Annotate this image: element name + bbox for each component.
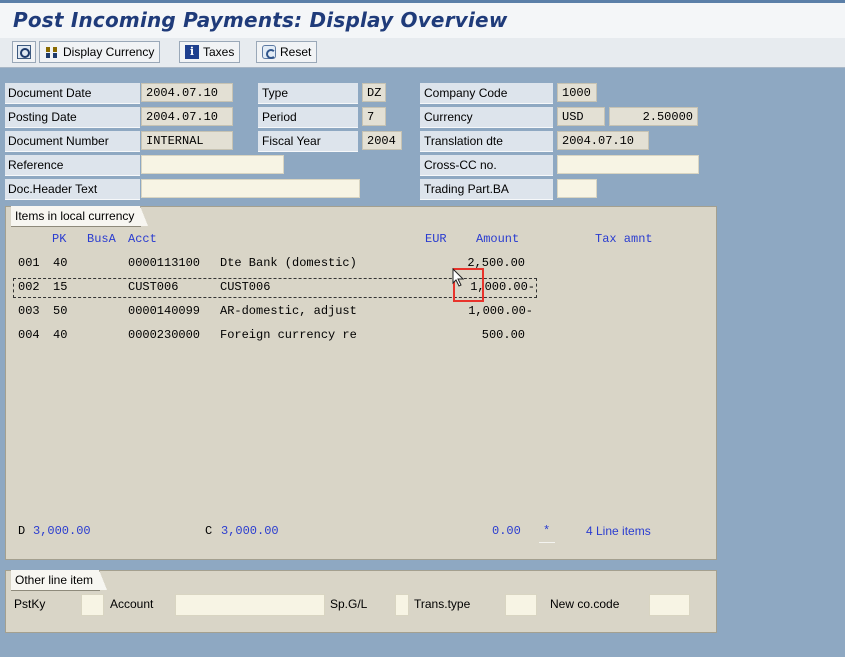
row-number: 001 — [18, 256, 40, 270]
posting-key-field[interactable] — [81, 594, 104, 616]
col-pk-header: PK — [52, 232, 67, 246]
row-amount: 1,000.00- — [468, 304, 533, 318]
col-acct-header: Acct — [128, 232, 157, 246]
reset-label: Reset — [280, 45, 312, 59]
application-toolbar: Display Currency i Taxes Reset — [0, 38, 845, 68]
other-line-item-title: Other line item — [11, 570, 108, 591]
currency-label: Currency — [424, 110, 473, 124]
posting-date-field[interactable]: 2004.07.10 — [141, 107, 233, 126]
document-number-field[interactable]: INTERNAL — [141, 131, 233, 150]
fiscal-year-label: Fiscal Year — [262, 134, 321, 148]
info-icon: i — [185, 45, 199, 59]
row-account: 0000113100 — [128, 256, 201, 270]
row-pk: 40 — [53, 256, 68, 270]
magnifier-icon — [17, 45, 31, 59]
row-description: Dte Bank (domestic) — [220, 256, 357, 270]
reference-label: Reference — [8, 158, 64, 172]
exchange-rate-field[interactable]: 2.50000 — [609, 107, 698, 126]
reset-button[interactable]: Reset — [256, 41, 318, 63]
taxes-button[interactable]: i Taxes — [179, 41, 241, 63]
mouse-pointer-icon — [452, 268, 465, 287]
row-account: 0000140099 — [128, 304, 201, 318]
display-document-button[interactable] — [12, 41, 36, 63]
table-row[interactable]: 003 50 0000140099 AR-domestic, adjust 1,… — [13, 302, 533, 322]
company-code-label: Company Code — [424, 86, 508, 100]
posting-date-label: Posting Date — [8, 110, 77, 124]
spgl-label: Sp.G/L — [330, 597, 368, 611]
new-co-code-field[interactable] — [649, 594, 690, 616]
reference-field[interactable] — [141, 155, 284, 174]
row-description: CUST006 — [220, 280, 271, 294]
currency-icon — [45, 45, 59, 59]
row-number: 004 — [18, 328, 40, 342]
pstky-label: PstKy — [14, 597, 46, 611]
items-group-title: Items in local currency — [11, 206, 149, 227]
credit-total: 3,000.00 — [221, 524, 279, 538]
row-amount: 500.00 — [481, 328, 525, 342]
debit-prefix: D — [18, 524, 26, 538]
line-items-count: 4 Line items — [586, 524, 651, 538]
document-number-label: Document Number — [8, 134, 109, 148]
translation-date-field[interactable]: 2004.07.10 — [557, 131, 649, 150]
page-title: Post Incoming Payments: Display Overview — [13, 8, 508, 32]
cross-cc-field[interactable] — [557, 155, 699, 174]
debit-total: 3,000.00 — [33, 524, 91, 538]
reset-icon — [262, 45, 276, 59]
period-label: Period — [262, 110, 297, 124]
doc-header-text-label: Doc.Header Text — [8, 182, 98, 196]
row-number: 002 — [18, 280, 40, 294]
document-date-label: Document Date — [8, 86, 92, 100]
taxes-label: Taxes — [203, 45, 235, 59]
row-number: 003 — [18, 304, 40, 318]
credit-prefix: C — [205, 524, 213, 538]
row-description: Foreign currency re — [220, 328, 357, 342]
row-account: 0000230000 — [128, 328, 201, 342]
fiscal-year-field[interactable]: 2004 — [362, 131, 402, 150]
translation-date-label: Translation dte — [424, 134, 503, 148]
trading-part-field[interactable] — [557, 179, 597, 198]
marker-underline — [539, 542, 555, 543]
col-busa-header: BusA — [87, 232, 116, 246]
new-co-code-label: New co.code — [550, 597, 620, 611]
trading-part-label: Trading Part.BA — [424, 182, 509, 196]
row-pk: 40 — [53, 328, 68, 342]
trans-type-label: Trans.type — [414, 597, 471, 611]
balance-total: 0.00 — [492, 524, 521, 538]
document-date-field[interactable]: 2004.07.10 — [141, 83, 233, 102]
balance-marker: * — [543, 524, 551, 538]
row-account: CUST006 — [128, 280, 179, 294]
currency-field[interactable]: USD — [557, 107, 605, 126]
special-gl-field[interactable] — [395, 594, 409, 616]
trans-type-field[interactable] — [505, 594, 537, 616]
display-currency-button[interactable]: Display Currency — [39, 41, 161, 63]
table-row[interactable]: 004 40 0000230000 Foreign currency re 50… — [13, 326, 533, 346]
account-label: Account — [110, 597, 154, 611]
company-code-field[interactable]: 1000 — [557, 83, 597, 102]
display-currency-label: Display Currency — [63, 45, 155, 59]
row-pk: 15 — [53, 280, 68, 294]
doc-header-text-field[interactable] — [141, 179, 360, 198]
col-currency-header: EUR — [425, 232, 447, 246]
document-type-field[interactable]: DZ — [362, 83, 386, 102]
row-pk: 50 — [53, 304, 68, 318]
type-label: Type — [262, 86, 289, 100]
col-tax-header: Tax amnt — [595, 232, 653, 246]
title-bar: Post Incoming Payments: Display Overview — [0, 0, 845, 38]
account-field[interactable] — [175, 594, 325, 616]
cross-cc-label: Cross-CC no. — [424, 158, 497, 172]
period-field[interactable]: 7 — [362, 107, 386, 126]
row-description: AR-domestic, adjust — [220, 304, 357, 318]
col-amount-header: Amount — [476, 232, 520, 246]
